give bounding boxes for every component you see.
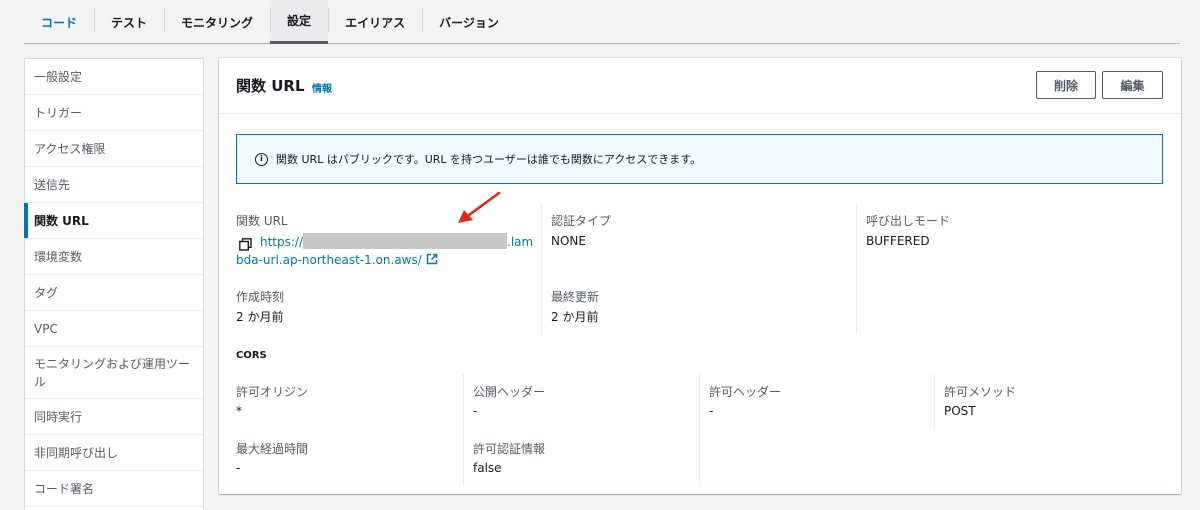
max-age-value: - bbox=[236, 461, 241, 475]
allow-origins-value: * bbox=[236, 404, 242, 418]
tab-bar: コード テスト モニタリング 設定 エイリアス バージョン bbox=[0, 0, 1200, 44]
sidebar-item-monitoring-tools[interactable]: モニタリングおよび運用ツール bbox=[25, 347, 203, 399]
sidebar-item-general[interactable]: 一般設定 bbox=[25, 59, 203, 95]
column-divider bbox=[699, 374, 700, 486]
auth-type-value: NONE bbox=[551, 234, 586, 248]
created-value: 2 か月前 bbox=[236, 310, 284, 324]
redacted-url-part bbox=[303, 233, 508, 249]
cors-section-title: CORS bbox=[236, 350, 267, 361]
tab-versions[interactable]: バージョン bbox=[422, 0, 516, 44]
edit-button[interactable]: 編集 bbox=[1102, 71, 1163, 99]
created-label: 作成時刻 bbox=[236, 290, 285, 304]
sidebar-item-tags[interactable]: タグ bbox=[25, 275, 203, 311]
sidebar-item-permissions[interactable]: アクセス権限 bbox=[25, 131, 203, 167]
sidebar-item-concurrency[interactable]: 同時実行 bbox=[25, 399, 203, 435]
function-url-label: 関数 URL bbox=[236, 214, 288, 228]
sidebar-item-triggers[interactable]: トリガー bbox=[25, 95, 203, 131]
function-url-panel: 関数 URL 情報 削除 編集 i 関数 URL はパブリックです。URL を持… bbox=[219, 58, 1181, 494]
panel-header: 関数 URL 情報 削除 編集 bbox=[219, 58, 1181, 114]
column-divider bbox=[934, 374, 935, 430]
url-line2: bda-url.ap-northeast-1.on.aws/ bbox=[236, 253, 422, 267]
updated-value: 2 か月前 bbox=[551, 310, 599, 324]
sidebar-item-destinations[interactable]: 送信先 bbox=[25, 167, 203, 203]
allow-methods-value: POST bbox=[944, 404, 976, 418]
delete-button[interactable]: 削除 bbox=[1036, 71, 1096, 99]
column-divider bbox=[856, 204, 857, 334]
column-divider bbox=[463, 374, 464, 486]
auth-type-label: 認証タイプ bbox=[551, 214, 612, 228]
tab-configuration[interactable]: 設定 bbox=[270, 0, 329, 44]
invoke-mode-value: BUFFERED bbox=[866, 234, 930, 248]
sidebar-item-vpc[interactable]: VPC bbox=[25, 311, 203, 347]
external-link-icon bbox=[426, 253, 438, 265]
sidebar-item-async-invocation[interactable]: 非同期呼び出し bbox=[25, 435, 203, 471]
updated-label: 最終更新 bbox=[551, 290, 600, 304]
sidebar-item-code-signing[interactable]: コード署名 bbox=[25, 471, 203, 507]
tab-aliases[interactable]: エイリアス bbox=[328, 0, 422, 44]
allow-origins-label: 許可オリジン bbox=[236, 385, 309, 399]
tab-test[interactable]: テスト bbox=[94, 0, 164, 44]
invoke-mode-label: 呼び出しモード bbox=[866, 214, 951, 228]
expose-headers-label: 公開ヘッダー bbox=[473, 385, 546, 399]
url-prefix: https:// bbox=[260, 235, 304, 249]
allow-credentials-label: 許可認証情報 bbox=[473, 442, 546, 456]
alert-text: 関数 URL はパブリックです。URL を持つユーザーは誰でも関数にアクセスでき… bbox=[276, 153, 702, 166]
url-line1-suffix: .lam bbox=[507, 235, 534, 249]
allow-headers-label: 許可ヘッダー bbox=[709, 385, 782, 399]
expose-headers-value: - bbox=[473, 404, 478, 418]
tab-monitoring[interactable]: モニタリング bbox=[164, 0, 270, 44]
panel-title: 関数 URL bbox=[236, 77, 305, 95]
tab-code[interactable]: コード bbox=[24, 0, 94, 44]
public-url-alert: i 関数 URL はパブリックです。URL を持つユーザーは誰でも関数にアクセス… bbox=[236, 134, 1163, 184]
info-icon: i bbox=[255, 152, 268, 166]
info-link[interactable]: 情報 bbox=[312, 80, 332, 95]
allow-methods-label: 許可メソッド bbox=[944, 385, 1017, 399]
function-url-link-line2[interactable]: bda-url.ap-northeast-1.on.aws/ bbox=[236, 250, 438, 270]
function-url-link-line1[interactable]: https:// .lam bbox=[260, 232, 533, 252]
sidebar-item-function-url[interactable]: 関数 URL bbox=[24, 203, 203, 239]
sidebar-item-environment-variables[interactable]: 環境変数 bbox=[25, 239, 203, 275]
allow-headers-value: - bbox=[709, 404, 714, 418]
column-divider bbox=[541, 204, 542, 334]
allow-credentials-value: false bbox=[473, 461, 502, 475]
config-sidebar: 一般設定 トリガー アクセス権限 送信先 関数 URL 環境変数 タグ VPC … bbox=[24, 58, 204, 510]
max-age-label: 最大経過時間 bbox=[236, 442, 309, 456]
